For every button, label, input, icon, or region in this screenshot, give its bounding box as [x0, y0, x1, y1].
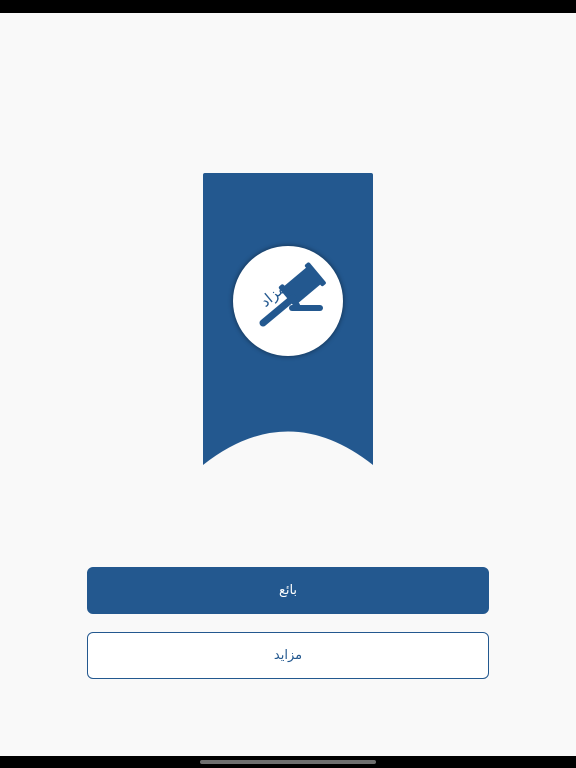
bidder-button-label: مزايد	[273, 648, 303, 663]
seller-button-label: بائع	[278, 583, 298, 598]
app-screen: مزاد بائع مزايد	[0, 13, 576, 756]
app-logo: مزاد	[233, 246, 343, 356]
brand-banner: مزاد	[203, 173, 373, 468]
gavel-icon	[259, 262, 326, 327]
home-indicator[interactable]	[200, 760, 376, 764]
bidder-button[interactable]: مزايد	[87, 632, 489, 679]
seller-button[interactable]: بائع	[87, 567, 489, 614]
